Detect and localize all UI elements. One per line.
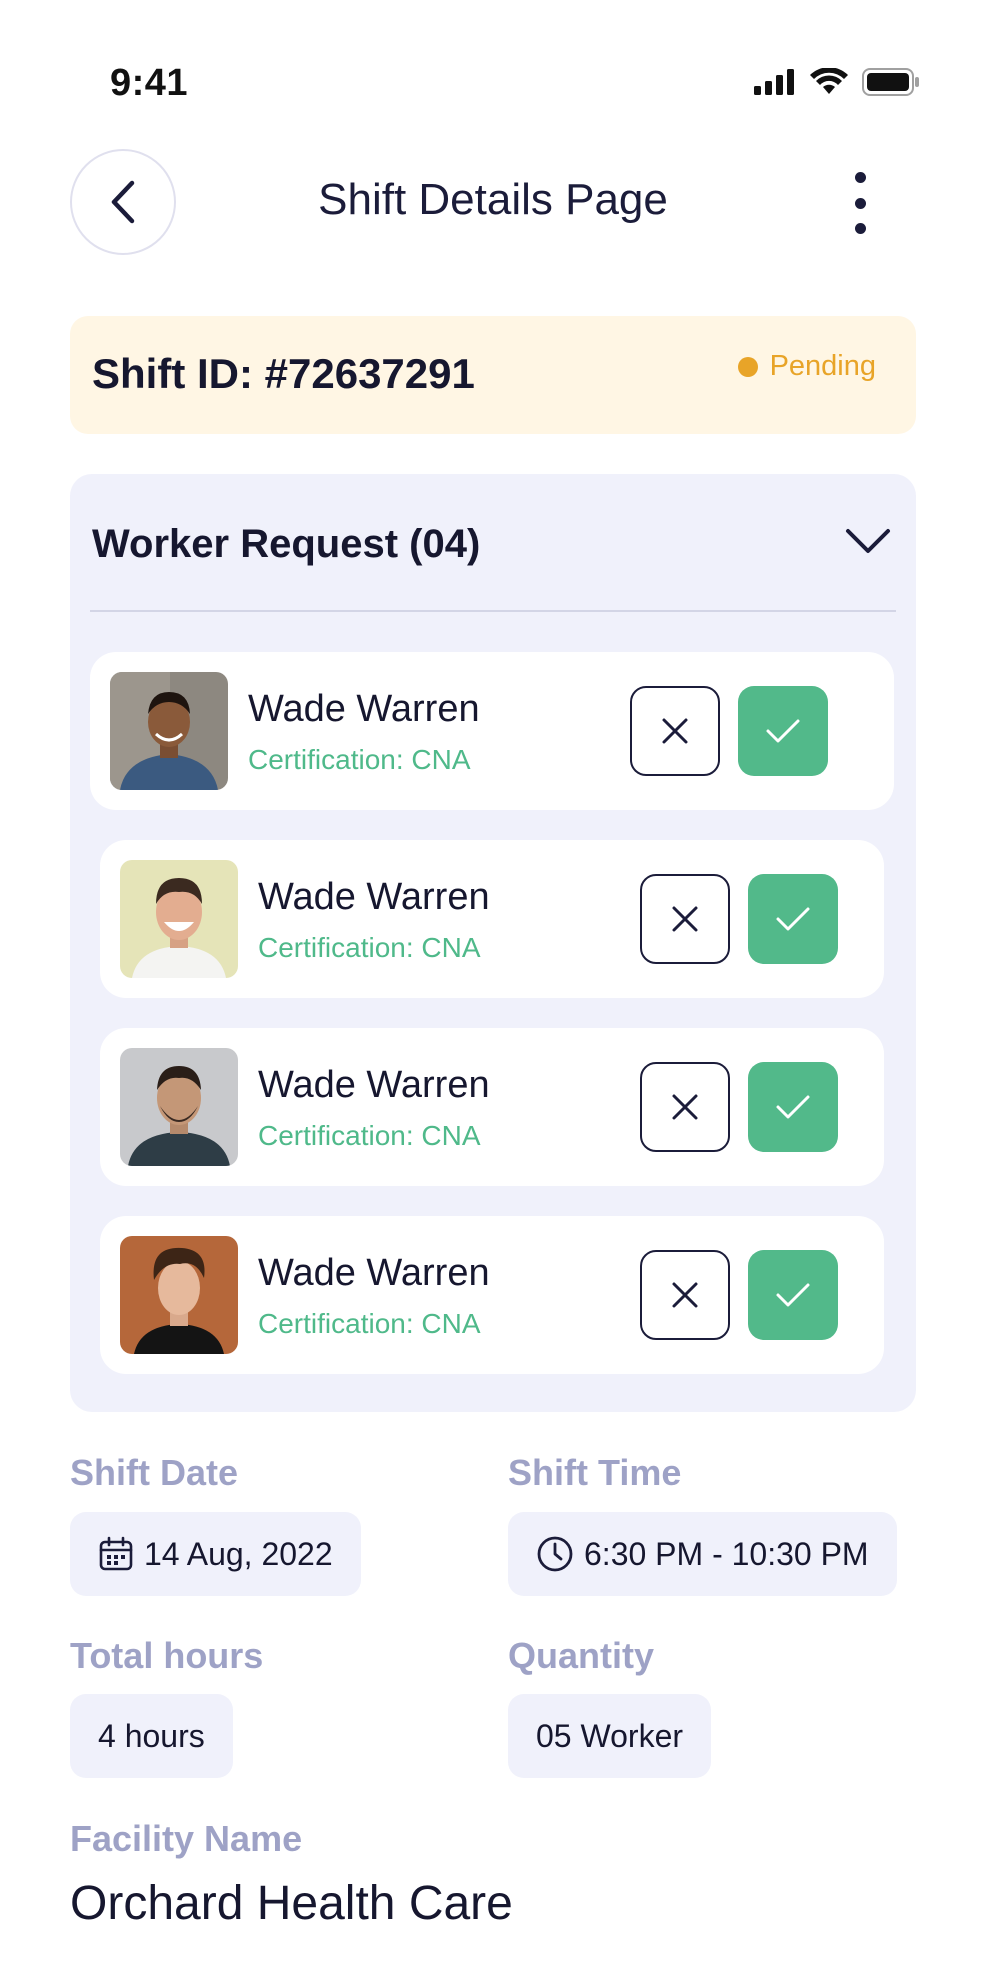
status-time: 9:41 [110, 62, 189, 104]
total-hours-label: Total hours [70, 1635, 264, 1676]
chevron-down-icon[interactable] [844, 526, 892, 556]
check-icon [766, 719, 800, 743]
worker-name: Wade Warren [258, 1064, 490, 1106]
facility-name-label: Facility Name [70, 1818, 303, 1859]
check-icon [776, 1283, 810, 1307]
worker-avatar [120, 1236, 238, 1354]
close-icon [672, 906, 698, 932]
status-text: Pending [769, 350, 876, 382]
reject-button[interactable] [640, 1062, 730, 1152]
more-vertical-icon [854, 172, 866, 183]
quantity-value: 05 Worker [536, 1717, 684, 1754]
divider [90, 610, 896, 612]
worker-certification: Certification: CNA [248, 744, 471, 775]
worker-name: Wade Warren [258, 1252, 490, 1294]
worker-avatar [120, 1048, 238, 1166]
more-options-button[interactable] [840, 172, 880, 234]
worker-card: Wade Warren Certification: CNA [100, 1216, 884, 1374]
battery-icon [862, 68, 919, 96]
worker-avatar [120, 860, 238, 978]
accept-button[interactable] [738, 686, 828, 776]
total-hours-value: 4 hours [98, 1717, 205, 1754]
clock-icon [537, 1536, 573, 1572]
worker-card: Wade Warren Certification: CNA [100, 840, 884, 998]
worker-card: Wade Warren Certification: CNA [100, 1028, 884, 1186]
worker-name: Wade Warren [258, 876, 490, 918]
close-icon [672, 1282, 698, 1308]
worker-certification: Certification: CNA [258, 1308, 481, 1339]
check-icon [776, 1095, 810, 1119]
calendar-icon [99, 1536, 133, 1571]
total-hours-field: 4 hours [70, 1694, 233, 1778]
close-icon [672, 1094, 698, 1120]
shift-date-label: Shift Date [70, 1452, 239, 1493]
facility-name: Orchard Health Care [70, 1877, 513, 1930]
status-icons [754, 68, 920, 96]
check-icon [776, 907, 810, 931]
wifi-icon [810, 68, 848, 94]
reject-button[interactable] [630, 686, 720, 776]
reject-button[interactable] [640, 1250, 730, 1340]
accept-button[interactable] [748, 1250, 838, 1340]
accept-button[interactable] [748, 874, 838, 964]
status-bar: 9:41 [0, 0, 986, 120]
shift-time-label: Shift Time [508, 1452, 682, 1493]
accept-button[interactable] [748, 1062, 838, 1152]
worker-name: Wade Warren [248, 688, 480, 730]
shift-time-value: 6:30 PM - 10:30 PM [584, 1535, 869, 1572]
worker-certification: Certification: CNA [258, 932, 481, 963]
worker-certification: Certification: CNA [258, 1120, 481, 1151]
quantity-field: 05 Worker [508, 1694, 712, 1778]
status-dot-icon [737, 356, 758, 377]
status-badge: Pending [737, 350, 876, 383]
shift-id: Shift ID: #72637291 [92, 350, 475, 397]
shift-date-value: 14 Aug, 2022 [144, 1535, 333, 1572]
cellular-signal-icon [754, 69, 794, 95]
close-icon [662, 718, 688, 744]
shift-id-banner: Shift ID: #72637291 Pending [70, 316, 916, 434]
shift-time-field: 6:30 PM - 10:30 PM [508, 1512, 897, 1596]
worker-avatar [110, 672, 228, 790]
reject-button[interactable] [640, 874, 730, 964]
worker-request-title: Worker Request (04) [92, 522, 481, 566]
worker-card: Wade Warren Certification: CNA [90, 652, 894, 810]
quantity-label: Quantity [508, 1635, 655, 1676]
worker-request-panel: Worker Request (04) Wade Warren Certific… [70, 474, 916, 1412]
shift-date-field: 14 Aug, 2022 [70, 1512, 361, 1596]
page-title: Shift Details Page [318, 175, 668, 224]
